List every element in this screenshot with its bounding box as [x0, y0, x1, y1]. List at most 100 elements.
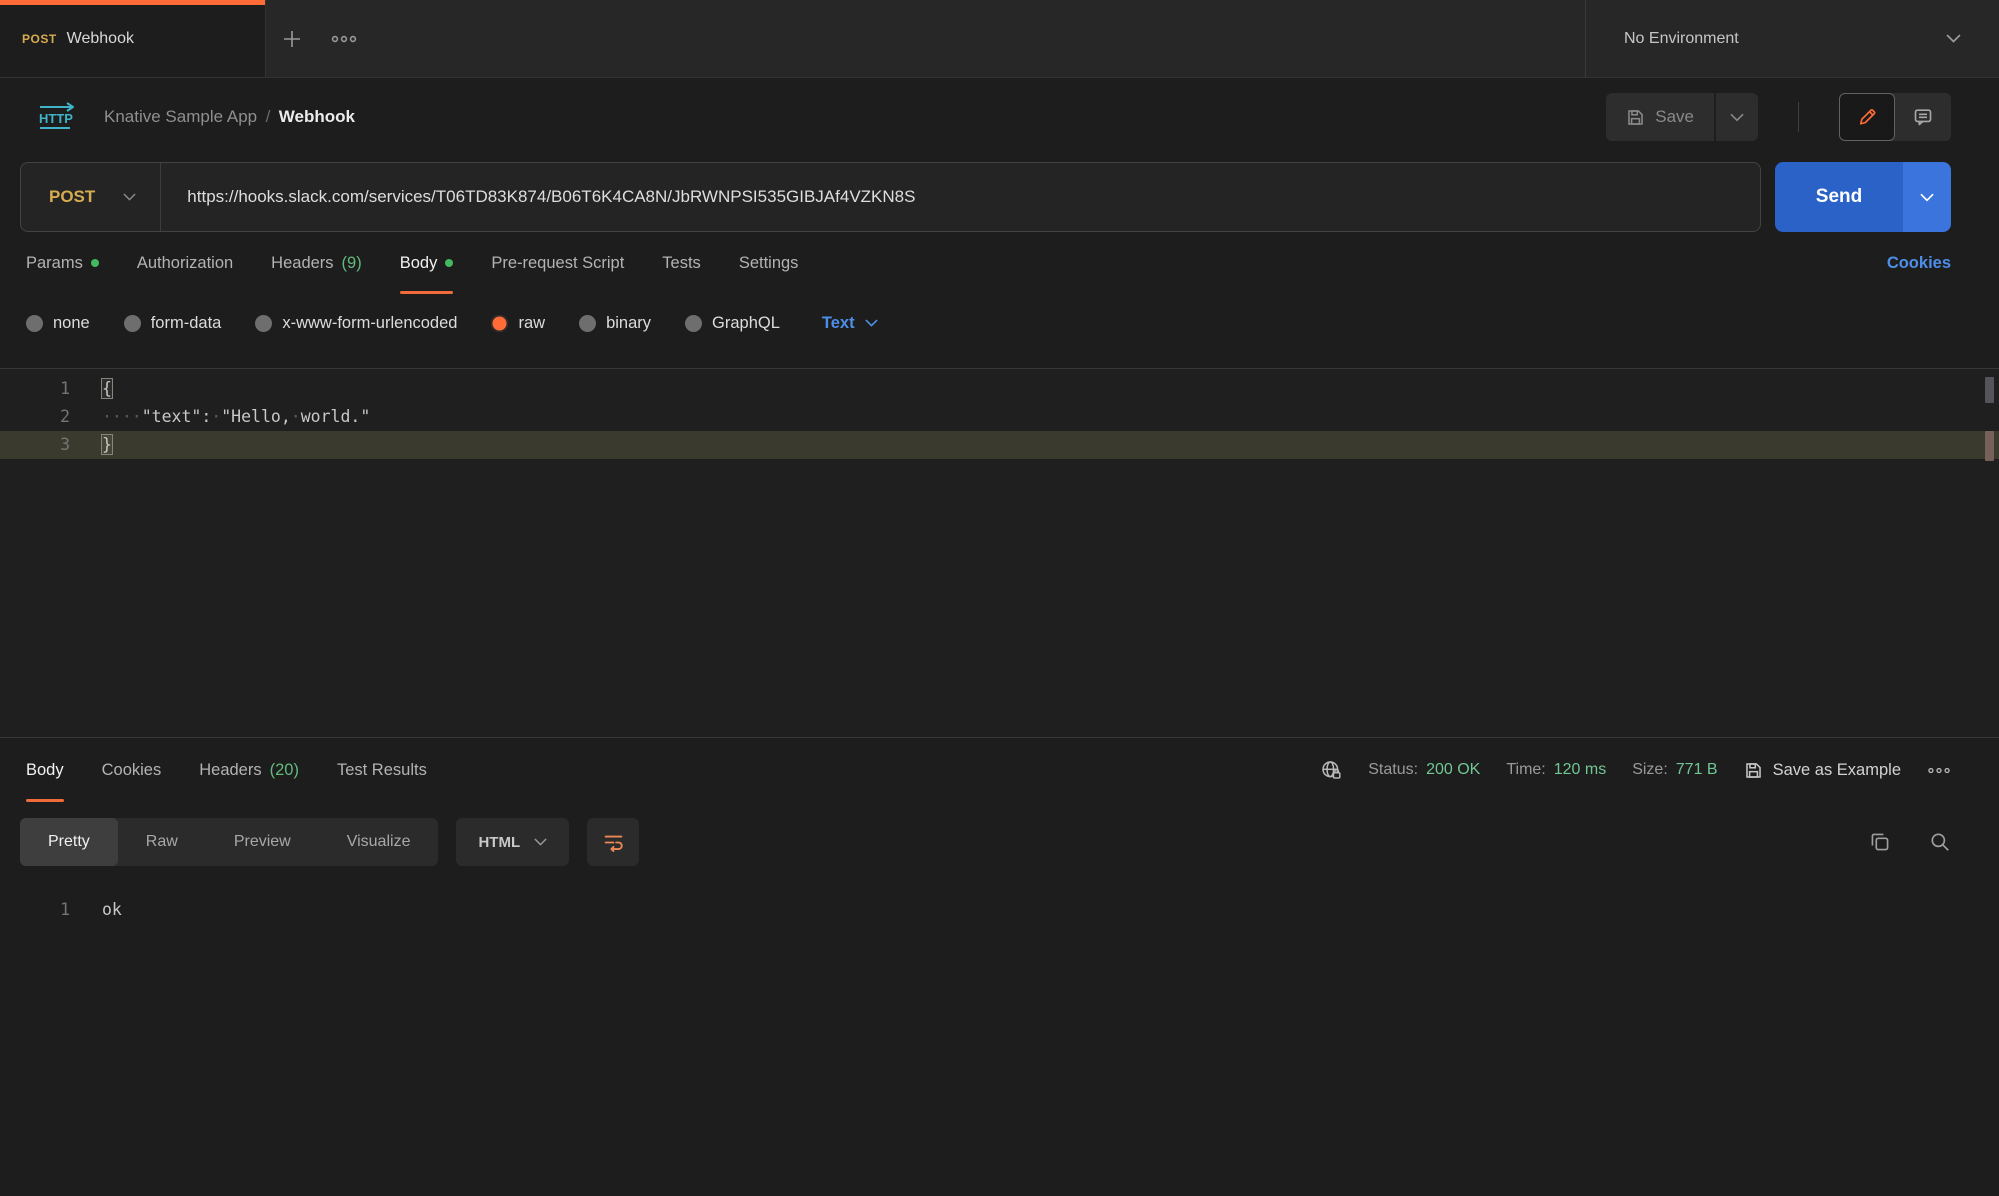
tab-method-badge: POST — [22, 32, 57, 46]
tab-settings[interactable]: Settings — [739, 232, 799, 294]
view-raw[interactable]: Raw — [118, 818, 206, 866]
chevron-down-icon — [1920, 193, 1934, 202]
chevron-down-icon — [1730, 113, 1744, 122]
editor-line: 1 { — [0, 375, 1999, 403]
comment-icon — [1913, 107, 1933, 127]
editor-line-active: 3 } — [0, 431, 1999, 459]
breadcrumb-request: Webhook — [279, 107, 355, 126]
language-selector[interactable]: Text — [822, 314, 878, 333]
header-divider — [1798, 102, 1799, 132]
response-line: 1 ok — [0, 896, 1999, 924]
more-options-icon — [331, 34, 357, 44]
save-button-group: Save — [1606, 93, 1758, 141]
mode-x-www-form-urlencoded[interactable]: x-www-form-urlencoded — [255, 314, 457, 333]
network-globe-icon[interactable] — [1320, 759, 1342, 781]
view-preview[interactable]: Preview — [206, 818, 319, 866]
mode-form-data[interactable]: form-data — [124, 314, 222, 333]
mode-graphql[interactable]: GraphQL — [685, 314, 780, 333]
breadcrumb-collection[interactable]: Knative Sample App — [104, 107, 257, 126]
whitespace-dots: ···· — [102, 407, 142, 426]
scrollbar-mark[interactable] — [1985, 377, 1994, 403]
response-options-icon[interactable] — [1927, 766, 1951, 775]
radio-icon — [685, 315, 702, 332]
response-tab-body[interactable]: Body — [26, 738, 64, 802]
tab-params[interactable]: Params — [26, 232, 99, 294]
scrollbar-mark[interactable] — [1985, 431, 1994, 461]
line-number: 1 — [0, 375, 70, 403]
save-icon — [1626, 108, 1645, 127]
chevron-down-icon — [865, 319, 878, 327]
view-visualize[interactable]: Visualize — [319, 818, 439, 866]
chevron-down-icon — [534, 838, 547, 846]
response-meta: Status: 200 OK Time: 120 ms Size: 771 B — [1320, 738, 1951, 802]
mode-binary[interactable]: binary — [579, 314, 651, 333]
tab-authorization[interactable]: Authorization — [137, 232, 233, 294]
send-button[interactable]: Send — [1775, 162, 1903, 232]
line-number: 2 — [0, 403, 70, 431]
close-brace: } — [102, 435, 112, 454]
radio-icon — [255, 315, 272, 332]
tab-headers[interactable]: Headers (9) — [271, 232, 362, 294]
chevron-down-icon — [1946, 34, 1961, 43]
response-tab-test-results[interactable]: Test Results — [337, 738, 427, 802]
status-label: Status: — [1368, 761, 1418, 779]
breadcrumb-separator: / — [266, 107, 271, 126]
new-tab-button[interactable] — [266, 0, 318, 77]
send-options-button[interactable] — [1903, 162, 1951, 232]
environment-selector[interactable]: No Environment — [1585, 0, 1999, 77]
response-tab-cookies[interactable]: Cookies — [102, 738, 162, 802]
mode-raw[interactable]: raw — [491, 314, 545, 333]
search-icon[interactable] — [1929, 831, 1951, 853]
editor-line: 2 ····"text":·"Hello,·world." — [0, 403, 1999, 431]
copy-icon[interactable] — [1869, 831, 1891, 853]
tab-body[interactable]: Body — [400, 232, 454, 294]
whitespace-dot: · — [291, 407, 301, 426]
request-tabs: Params Authorization Headers (9) Body Pr… — [0, 232, 1999, 294]
size-pair: Size: 771 B — [1632, 761, 1717, 779]
status-value: 200 OK — [1426, 761, 1480, 779]
tab-options-button[interactable] — [318, 0, 370, 77]
line-number: 1 — [0, 896, 70, 924]
code-token: "Hello, — [221, 407, 291, 426]
edit-request-button[interactable] — [1839, 93, 1895, 141]
format-selector[interactable]: HTML — [456, 818, 569, 866]
response-body[interactable]: 1 ok — [0, 866, 1999, 924]
whitespace-dot: · — [211, 407, 221, 426]
tab-title: Webhook — [67, 30, 134, 48]
save-label: Save — [1655, 107, 1694, 127]
response-text: ok — [70, 896, 122, 924]
mode-none[interactable]: none — [26, 314, 90, 333]
tab-tests[interactable]: Tests — [662, 232, 701, 294]
chevron-down-icon[interactable] — [123, 193, 136, 201]
save-icon — [1744, 761, 1763, 780]
response-toolbar: Pretty Raw Preview Visualize HTML — [0, 818, 1999, 866]
request-tab-webhook[interactable]: POST Webhook — [0, 0, 266, 77]
open-brace: { — [102, 379, 112, 398]
tab-strip-spacer — [370, 0, 1585, 77]
save-button[interactable]: Save — [1606, 93, 1714, 141]
code-token: world." — [301, 407, 371, 426]
comments-button[interactable] — [1895, 93, 1951, 141]
request-body-editor[interactable]: 1 { 2 ····"text":·"Hello,·world." 3 } — [0, 368, 1999, 738]
time-value: 120 ms — [1554, 761, 1606, 779]
cookies-link[interactable]: Cookies — [1887, 254, 1951, 273]
save-as-example-button[interactable]: Save as Example — [1744, 761, 1901, 780]
tab-pre-request-script[interactable]: Pre-request Script — [491, 232, 624, 294]
response-tabs: Body Cookies Headers (20) Test Results — [0, 738, 1999, 802]
response-tab-headers[interactable]: Headers (20) — [199, 738, 299, 802]
response-headers-count: (20) — [270, 761, 299, 780]
response-view-switcher: Pretty Raw Preview Visualize — [20, 818, 438, 866]
response-section: Body Cookies Headers (20) Test Results — [0, 738, 1999, 924]
code-token: "text": — [142, 407, 212, 426]
save-options-button[interactable] — [1716, 93, 1758, 141]
view-pretty[interactable]: Pretty — [20, 818, 118, 866]
wrap-text-icon — [603, 832, 624, 853]
url-input[interactable]: https://hooks.slack.com/services/T06TD83… — [161, 187, 941, 207]
wrap-lines-button[interactable] — [587, 818, 639, 866]
status-pair: Status: 200 OK — [1368, 761, 1480, 779]
method-selector[interactable]: POST — [21, 187, 95, 207]
environment-label: No Environment — [1624, 30, 1739, 48]
time-pair: Time: 120 ms — [1506, 761, 1606, 779]
body-active-dot — [445, 259, 453, 267]
radio-icon — [579, 315, 596, 332]
